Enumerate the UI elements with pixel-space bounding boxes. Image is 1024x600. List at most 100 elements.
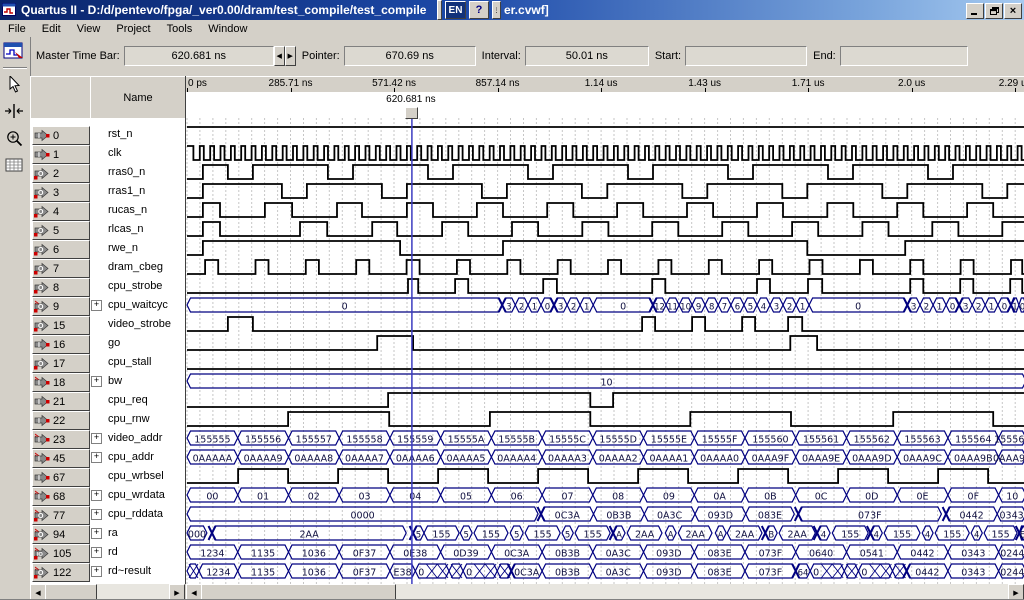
menu-edit[interactable]: Edit — [34, 22, 69, 36]
end-field[interactable] — [840, 46, 968, 66]
time-bar-band[interactable] — [185, 92, 1024, 120]
svg-text:2AA: 2AA — [686, 530, 706, 541]
name-panel-scrollbar[interactable]: ◀ ▶ — [30, 584, 185, 599]
wave-scrollbar-thumb[interactable] — [201, 584, 396, 600]
signal-row-rucas_n[interactable]: O4rucas_n — [30, 201, 185, 220]
signal-index-button[interactable]: I45 — [32, 449, 90, 468]
timeline-ruler[interactable]: 0 ps285.71 ns571.42 ns857.14 ns1.14 us1.… — [185, 76, 1024, 93]
signal-index-button[interactable]: O94 — [32, 525, 90, 544]
signal-index-button[interactable]: I18 — [32, 373, 90, 392]
signal-index-button[interactable]: I0 — [32, 126, 90, 145]
signal-index-button[interactable]: I67 — [32, 468, 90, 487]
signal-row-rras0_n[interactable]: O2rras0_n — [30, 163, 185, 182]
svg-text:O: O — [38, 209, 44, 216]
wave-scroll-left-icon[interactable]: ◀ — [186, 584, 202, 600]
signal-row-cpu_addr[interactable]: I45+cpu_addr — [30, 448, 185, 467]
expand-plus-icon[interactable]: + — [91, 376, 102, 387]
signal-row-video_addr[interactable]: I23+video_addr — [30, 429, 185, 448]
langbar-options-icon[interactable]: ⋮ — [492, 1, 501, 19]
signal-row-cpu_stall[interactable]: O17cpu_stall — [30, 353, 185, 372]
waveform-editor-icon[interactable] — [2, 40, 26, 64]
restore-button[interactable] — [985, 3, 1003, 19]
svg-text:O: O — [38, 266, 44, 273]
signal-index-button[interactable]: I16 — [32, 335, 90, 354]
signal-row-cpu_wrbsel[interactable]: I67cpu_wrbsel — [30, 467, 185, 486]
master-time-bar-label: Master Time Bar: — [36, 50, 120, 62]
signal-row-video_strobe[interactable]: O15video_strobe — [30, 315, 185, 334]
signal-index-button[interactable]: O3 — [32, 183, 90, 202]
signal-index-button[interactable]: I23 — [32, 430, 90, 449]
expand-plus-icon[interactable]: + — [91, 528, 102, 539]
menu-tools[interactable]: Tools — [159, 22, 201, 36]
svg-text:IO: IO — [37, 552, 44, 558]
signal-index-button[interactable]: O15 — [32, 316, 90, 335]
signal-index-button[interactable]: I22 — [32, 411, 90, 430]
minimize-button[interactable] — [966, 3, 984, 19]
expand-plus-icon[interactable]: + — [91, 566, 102, 577]
signal-index-button[interactable]: O122 — [32, 563, 90, 582]
grid-tool-icon[interactable] — [2, 153, 26, 177]
signal-row-go[interactable]: I16go — [30, 334, 185, 353]
master-time-cursor-handle[interactable] — [405, 107, 418, 119]
signal-row-clk[interactable]: I1clk — [30, 144, 185, 163]
signal-index-button[interactable]: O4 — [32, 202, 90, 221]
start-field[interactable] — [685, 46, 807, 66]
menu-view[interactable]: View — [69, 22, 109, 36]
signal-index-button[interactable]: O5 — [32, 221, 90, 240]
signal-row-rst_n[interactable]: I0rst_n — [30, 125, 185, 144]
menu-file[interactable]: File — [0, 22, 34, 36]
svg-text:073F: 073F — [759, 568, 783, 579]
signal-row-cpu_req[interactable]: I21cpu_req — [30, 391, 185, 410]
expand-plus-icon[interactable]: + — [91, 452, 102, 463]
zoom-tool-icon[interactable] — [2, 126, 26, 150]
signal-row-rlcas_n[interactable]: O5rlcas_n — [30, 220, 185, 239]
signal-row-cpu_wrdata[interactable]: I68+cpu_wrdata — [30, 486, 185, 505]
signal-index-button[interactable]: O7 — [32, 259, 90, 278]
signal-row-bw[interactable]: I18+bw — [30, 372, 185, 391]
signal-row-rd[interactable]: IO105+rd — [30, 543, 185, 562]
signal-index-button[interactable]: O77 — [32, 506, 90, 525]
menu-window[interactable]: Window — [200, 22, 255, 36]
signal-index-button[interactable]: O9 — [32, 297, 90, 316]
signal-index-button[interactable]: I1 — [32, 145, 90, 164]
signal-row-rd~result[interactable]: O122+rd~result — [30, 562, 185, 581]
master-time-left-arrow[interactable]: ◀ — [274, 46, 285, 66]
select-tool-icon[interactable] — [2, 72, 26, 96]
signal-index-button[interactable]: O2 — [32, 164, 90, 183]
signal-row-cpu_rddata[interactable]: O77+cpu_rddata — [30, 505, 185, 524]
expand-plus-icon[interactable]: + — [91, 509, 102, 520]
signal-row-rwe_n[interactable]: O6rwe_n — [30, 239, 185, 258]
signal-index-button[interactable]: O8 — [32, 278, 90, 297]
svg-text:O: O — [38, 532, 44, 539]
signal-row-cpu_waitcyc[interactable]: O9+cpu_waitcyc — [30, 296, 185, 315]
scroll-left-icon[interactable]: ◀ — [30, 584, 46, 600]
scroll-right-icon[interactable]: ▶ — [169, 584, 185, 600]
signal-row-rras1_n[interactable]: O3 rras1_n — [30, 182, 185, 201]
signal-index-button[interactable]: I68 — [32, 487, 90, 506]
master-time-right-arrow[interactable]: ▶ — [285, 46, 296, 66]
help-icon[interactable]: ? — [469, 1, 489, 19]
signal-index-button[interactable]: I21 — [32, 392, 90, 411]
expand-plus-icon[interactable]: + — [91, 433, 102, 444]
signal-index-button[interactable]: O17 — [32, 354, 90, 373]
waveform-scrollbar[interactable]: ◀ ▶ — [186, 584, 1024, 599]
edit-tool-icon[interactable] — [2, 99, 26, 123]
svg-text:15555F: 15555F — [702, 435, 738, 446]
signal-index-button[interactable]: IO105 — [32, 544, 90, 563]
wave-scroll-right-icon[interactable]: ▶ — [1008, 584, 1024, 600]
close-button[interactable]: × — [1004, 3, 1022, 19]
signal-index-button[interactable]: O6 — [32, 240, 90, 259]
signal-row-cpu_rnw[interactable]: I22cpu_rnw — [30, 410, 185, 429]
expand-plus-icon[interactable]: + — [91, 490, 102, 501]
language-badge[interactable]: EN — [445, 1, 466, 19]
waveform-canvas[interactable]: 0321032101211109876543210321032101010155… — [186, 118, 1024, 584]
name-scrollbar-thumb[interactable] — [45, 584, 97, 600]
signal-row-dram_cbeg[interactable]: O7dram_cbeg — [30, 258, 185, 277]
signal-row-ra[interactable]: O94+ra — [30, 524, 185, 543]
menu-project[interactable]: Project — [108, 22, 158, 36]
master-time-bar-field[interactable]: 620.681 ns — [124, 46, 274, 66]
signal-name: rras1_n — [108, 185, 145, 197]
expand-plus-icon[interactable]: + — [91, 300, 102, 311]
expand-plus-icon[interactable]: + — [91, 547, 102, 558]
signal-row-cpu_strobe[interactable]: O8cpu_strobe — [30, 277, 185, 296]
